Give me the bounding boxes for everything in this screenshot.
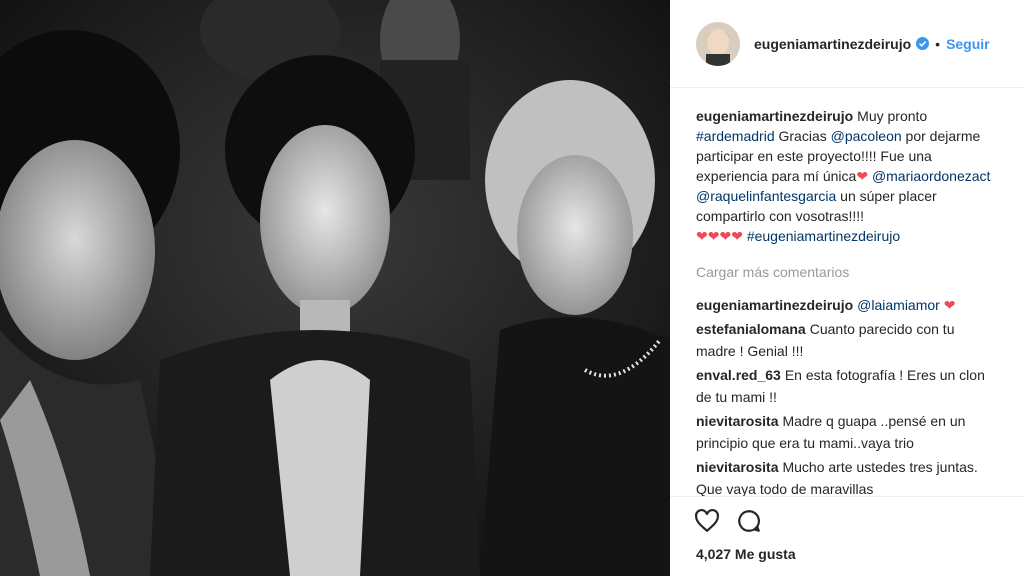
hearts-emoji: ❤❤❤❤ xyxy=(696,228,743,244)
load-more-comments-button[interactable]: Cargar más comentarios xyxy=(696,264,1024,280)
mention-link[interactable]: @raquelinfantesgarcia xyxy=(696,188,836,204)
comment-username[interactable]: estefanialomana xyxy=(696,321,806,337)
mention-link[interactable]: @pacoleon xyxy=(831,128,902,144)
post-header: eugeniamartinezdeirujo • Seguir xyxy=(670,0,1024,88)
comment-username[interactable]: nievitarosita xyxy=(696,459,778,475)
heart-emoji: ❤ xyxy=(856,168,869,184)
comment-item: enval.red_63 En esta fotografía ! Eres un… xyxy=(696,364,996,408)
header-separator: • xyxy=(935,35,941,52)
hashtag-link[interactable]: #eugeniamartinezdeirujo xyxy=(747,228,900,244)
post-actions xyxy=(694,508,762,534)
verified-badge-icon xyxy=(916,37,930,50)
caption-username[interactable]: eugeniamartinezdeirujo xyxy=(696,108,853,124)
profile-avatar[interactable] xyxy=(696,21,740,66)
instagram-post: eugeniamartinezdeirujo • Seguir eugeniam… xyxy=(0,0,1024,576)
comment-username[interactable]: eugeniamartinezdeirujo xyxy=(696,297,853,313)
post-side-panel: eugeniamartinezdeirujo • Seguir eugeniam… xyxy=(670,0,1024,576)
likes-count[interactable]: 4,027 Me gusta xyxy=(696,546,796,562)
comment-item: nievitarosita Mucho arte ustedes tres jun… xyxy=(696,456,996,500)
caption-text: Muy pronto xyxy=(857,108,928,124)
comment-item: eugeniamartinezdeirujo @laiamiamor ❤ xyxy=(696,294,996,316)
mention-link[interactable]: @mariaordonezact xyxy=(872,168,991,184)
heart-outline-icon[interactable] xyxy=(694,508,720,534)
follow-button[interactable]: Seguir xyxy=(946,36,990,52)
hashtag-link[interactable]: #ardemadrid xyxy=(696,128,775,144)
comment-username[interactable]: enval.red_63 xyxy=(696,367,781,383)
comment-username[interactable]: nievitarosita xyxy=(696,413,778,429)
actions-divider xyxy=(670,496,1024,497)
header-username[interactable]: eugeniamartinezdeirujo xyxy=(754,36,911,52)
caption: eugeniamartinezdeirujo Muy pronto #ardema… xyxy=(696,106,1006,246)
mention-link[interactable]: @laiamiamor xyxy=(857,297,940,313)
photo-illustration xyxy=(0,0,670,576)
comment-item: nievitarosita Madre q guapa ..pensé en un… xyxy=(696,410,996,454)
heart-emoji: ❤ xyxy=(943,297,956,313)
caption-text: Gracias xyxy=(774,128,831,144)
comment-item: estefanialomana Cuanto parecido con tu ma… xyxy=(696,318,996,362)
post-photo[interactable] xyxy=(0,0,670,576)
comments-section: eugeniamartinezdeirujo Muy pronto #ardema… xyxy=(670,88,1024,500)
comment-bubble-icon[interactable] xyxy=(736,508,762,534)
